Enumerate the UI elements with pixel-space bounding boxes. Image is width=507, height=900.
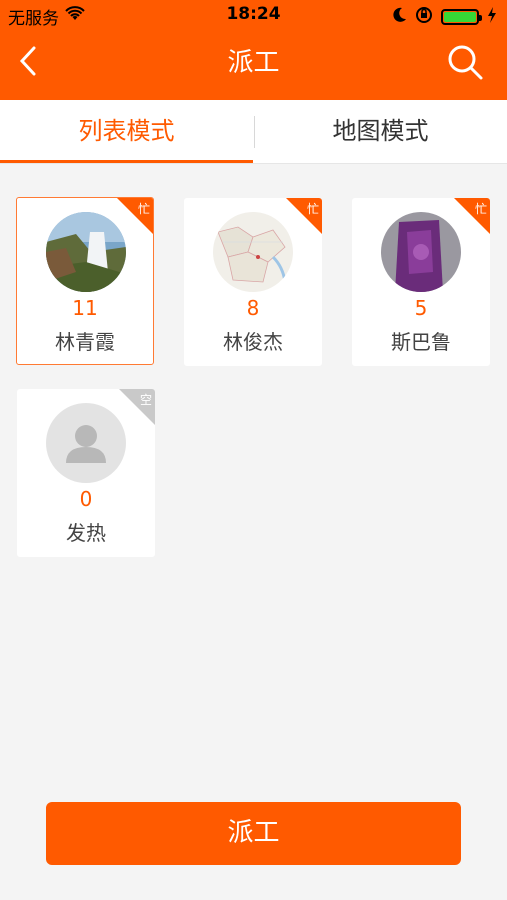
active-tab-indicator	[0, 160, 253, 163]
worker-name: 斯巴鲁	[391, 330, 451, 354]
orientation-lock-icon	[415, 6, 433, 28]
mode-tabs: 列表模式 地图模式	[0, 100, 507, 164]
worker-card[interactable]: 忙 8 林俊杰	[184, 198, 322, 366]
navigation-bar: 派工	[0, 30, 507, 100]
worker-card[interactable]: 空 0 发热	[17, 389, 155, 557]
page-title: 派工	[227, 48, 280, 78]
top-bar: 无服务 18:24 派工	[0, 0, 507, 100]
avatar	[46, 212, 126, 292]
battery-level	[444, 12, 476, 22]
avatar	[381, 212, 461, 292]
status-bar: 无服务 18:24	[0, 0, 507, 30]
person-icon	[46, 403, 126, 483]
charging-icon	[487, 7, 497, 27]
dispatch-button[interactable]: 派工	[46, 802, 461, 865]
tab-list-mode[interactable]: 列表模式	[0, 100, 253, 164]
worker-grid: 忙 11 林青霞 忙 8 林俊杰 忙 5 斯巴鲁 空 0 发热	[0, 164, 507, 784]
worker-card[interactable]: 忙 5 斯巴鲁	[352, 198, 490, 366]
default-avatar	[46, 403, 126, 483]
tab-map-mode[interactable]: 地图模式	[254, 100, 507, 164]
status-right	[393, 6, 497, 28]
job-count: 0	[79, 487, 93, 511]
search-button[interactable]	[445, 42, 485, 82]
status-badge-label: 忙	[306, 202, 319, 216]
status-badge-label: 忙	[137, 202, 150, 216]
avatar	[213, 212, 293, 292]
job-count: 8	[246, 296, 260, 320]
search-icon	[448, 45, 483, 80]
status-badge-label: 忙	[474, 202, 487, 216]
job-count: 11	[72, 296, 98, 320]
worker-name: 林青霞	[55, 330, 115, 354]
worker-card[interactable]: 忙 11 林青霞	[16, 197, 154, 365]
worker-name: 发热	[66, 521, 106, 545]
battery-icon	[441, 9, 482, 25]
status-badge-label: 空	[139, 393, 152, 407]
job-count: 5	[414, 296, 428, 320]
moon-icon	[393, 7, 407, 27]
worker-name: 林俊杰	[223, 330, 283, 354]
